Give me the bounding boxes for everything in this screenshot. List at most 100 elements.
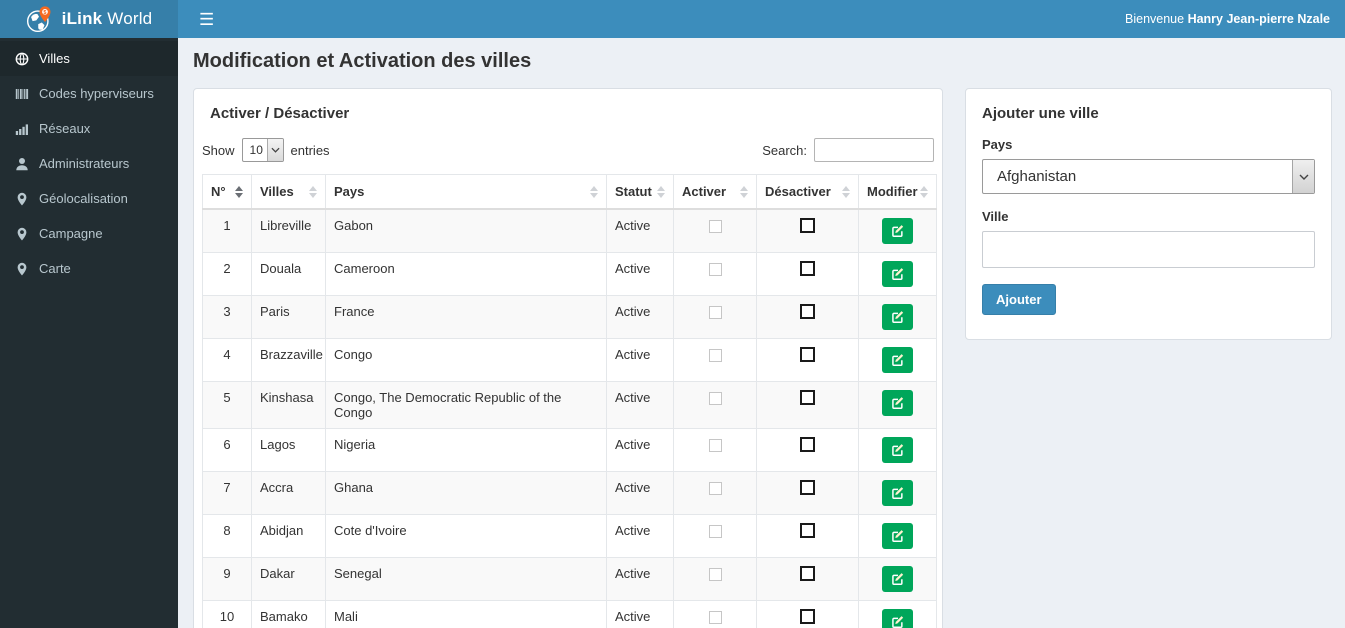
column-header-desactiver[interactable]: Désactiver — [756, 174, 859, 210]
sidebar-item-codes-hyperviseurs[interactable]: Codes hyperviseurs — [0, 76, 178, 111]
table-row: 9 Dakar Senegal Active — [202, 557, 937, 601]
table-row: 3 Paris France Active — [202, 295, 937, 339]
villes-table-body: 1 Libreville Gabon Active 2 Douala Camer… — [202, 208, 937, 628]
sidebar-item-geolocalisation[interactable]: Géolocalisation — [0, 181, 178, 216]
ajouter-button[interactable]: Ajouter — [982, 284, 1056, 315]
sidebar-item-label: Administrateurs — [39, 156, 130, 171]
column-header-statut[interactable]: Statut — [606, 174, 674, 210]
modifier-button[interactable] — [882, 609, 913, 628]
panel-title: Ajouter une ville — [982, 105, 1099, 122]
desactiver-checkbox[interactable] — [800, 261, 815, 276]
statut-cell: Active — [606, 295, 674, 339]
column-header-pays[interactable]: Pays — [325, 174, 607, 210]
activer-checkbox — [708, 306, 722, 319]
row-number-cell: 5 — [202, 381, 252, 429]
desactiver-checkbox[interactable] — [800, 390, 815, 405]
edit-icon — [891, 397, 903, 409]
page-title: Modification et Activation des villes — [193, 50, 532, 72]
sidebar-item-administrateurs[interactable]: Administrateurs — [0, 146, 178, 181]
statut-cell: Active — [606, 600, 674, 628]
villes-table: N° Villes Pays Statut Activer Désactiver… — [202, 174, 937, 628]
activer-checkbox — [708, 482, 722, 495]
brand-logo[interactable]: $ iLink World — [0, 0, 178, 38]
table-row: 5 Kinshasa Congo, The Democratic Republi… — [202, 381, 937, 429]
sidebar-item-label: Géolocalisation — [39, 191, 128, 206]
sidebar-item-reseaux[interactable]: Réseaux — [0, 111, 178, 146]
modifier-button[interactable] — [882, 390, 913, 416]
ville-cell: Kinshasa — [251, 381, 326, 429]
modifier-button[interactable] — [882, 523, 913, 549]
row-number-cell: 3 — [202, 295, 252, 339]
edit-icon — [891, 268, 903, 280]
pays-label: Pays — [982, 137, 1013, 152]
row-number-cell: 2 — [202, 252, 252, 296]
ville-cell: Paris — [251, 295, 326, 339]
desactiver-checkbox[interactable] — [800, 523, 815, 538]
sort-asc-icon — [235, 186, 243, 198]
statut-cell: Active — [606, 252, 674, 296]
modifier-button[interactable] — [882, 480, 913, 506]
search-label: Search: — [762, 142, 807, 158]
sidebar-item-villes[interactable]: Villes — [0, 41, 178, 76]
modifier-button[interactable] — [882, 437, 913, 463]
modifier-button[interactable] — [882, 566, 913, 592]
edit-icon — [891, 444, 903, 456]
column-header-activer[interactable]: Activer — [673, 174, 757, 210]
pays-cell: Nigeria — [325, 428, 607, 472]
activer-checkbox — [708, 220, 722, 233]
activer-checkbox — [708, 439, 722, 452]
edit-icon — [891, 354, 903, 366]
table-row: 1 Libreville Gabon Active — [202, 208, 937, 253]
pays-select[interactable]: Afghanistan — [982, 159, 1315, 194]
modifier-button[interactable] — [882, 218, 913, 244]
desactiver-checkbox[interactable] — [800, 609, 815, 624]
row-number-cell: 7 — [202, 471, 252, 515]
modifier-button[interactable] — [882, 304, 913, 330]
desactiver-checkbox[interactable] — [800, 218, 815, 233]
table-row: 7 Accra Ghana Active — [202, 471, 937, 515]
desactiver-checkbox[interactable] — [800, 480, 815, 495]
map-marker-icon — [17, 227, 27, 240]
modifier-button[interactable] — [882, 347, 913, 373]
ville-input[interactable] — [982, 231, 1315, 268]
column-header-villes[interactable]: Villes — [251, 174, 326, 210]
ville-cell: Libreville — [251, 208, 326, 253]
statut-cell: Active — [606, 557, 674, 601]
desactiver-checkbox[interactable] — [800, 304, 815, 319]
map-marker-icon — [17, 262, 27, 275]
table-row: 8 Abidjan Cote d'Ivoire Active — [202, 514, 937, 558]
activer-checkbox — [708, 349, 722, 362]
column-header-num[interactable]: N° — [202, 174, 252, 210]
desactiver-checkbox[interactable] — [800, 437, 815, 452]
sidebar-item-label: Codes hyperviseurs — [39, 86, 154, 101]
svg-text:$: $ — [43, 9, 46, 15]
welcome-message: Bienvenue Hanry Jean-pierre Nzale — [1125, 12, 1330, 26]
modifier-button[interactable] — [882, 261, 913, 287]
edit-icon — [891, 311, 903, 323]
search-input[interactable] — [814, 138, 934, 162]
user-icon — [16, 157, 28, 170]
desactiver-checkbox[interactable] — [800, 347, 815, 362]
ville-cell: Brazzaville — [251, 338, 326, 382]
row-number-cell: 1 — [202, 208, 252, 253]
desactiver-checkbox[interactable] — [800, 566, 815, 581]
sidebar-item-carte[interactable]: Carte — [0, 251, 178, 286]
sort-icon — [657, 186, 665, 198]
sidebar-toggle-button[interactable]: ☰ — [193, 7, 220, 32]
sidebar-item-label: Villes — [39, 51, 70, 66]
sort-icon — [740, 186, 748, 198]
pays-cell: Congo — [325, 338, 607, 382]
bar-chart-icon — [15, 123, 28, 135]
sidebar-item-label: Réseaux — [39, 121, 91, 136]
table-row: 6 Lagos Nigeria Active — [202, 428, 937, 472]
sort-icon — [920, 186, 928, 198]
sidebar-item-label: Carte — [39, 261, 71, 276]
activer-checkbox — [708, 263, 722, 276]
page-length-select[interactable]: 10 — [241, 138, 284, 162]
pays-cell: Cote d'Ivoire — [325, 514, 607, 558]
column-header-modifier[interactable]: Modifier — [858, 174, 937, 210]
panel-title: Activer / Désactiver — [210, 105, 350, 122]
activer-checkbox — [708, 568, 722, 581]
pays-cell: Mali — [325, 600, 607, 628]
sidebar-item-campagne[interactable]: Campagne — [0, 216, 178, 251]
